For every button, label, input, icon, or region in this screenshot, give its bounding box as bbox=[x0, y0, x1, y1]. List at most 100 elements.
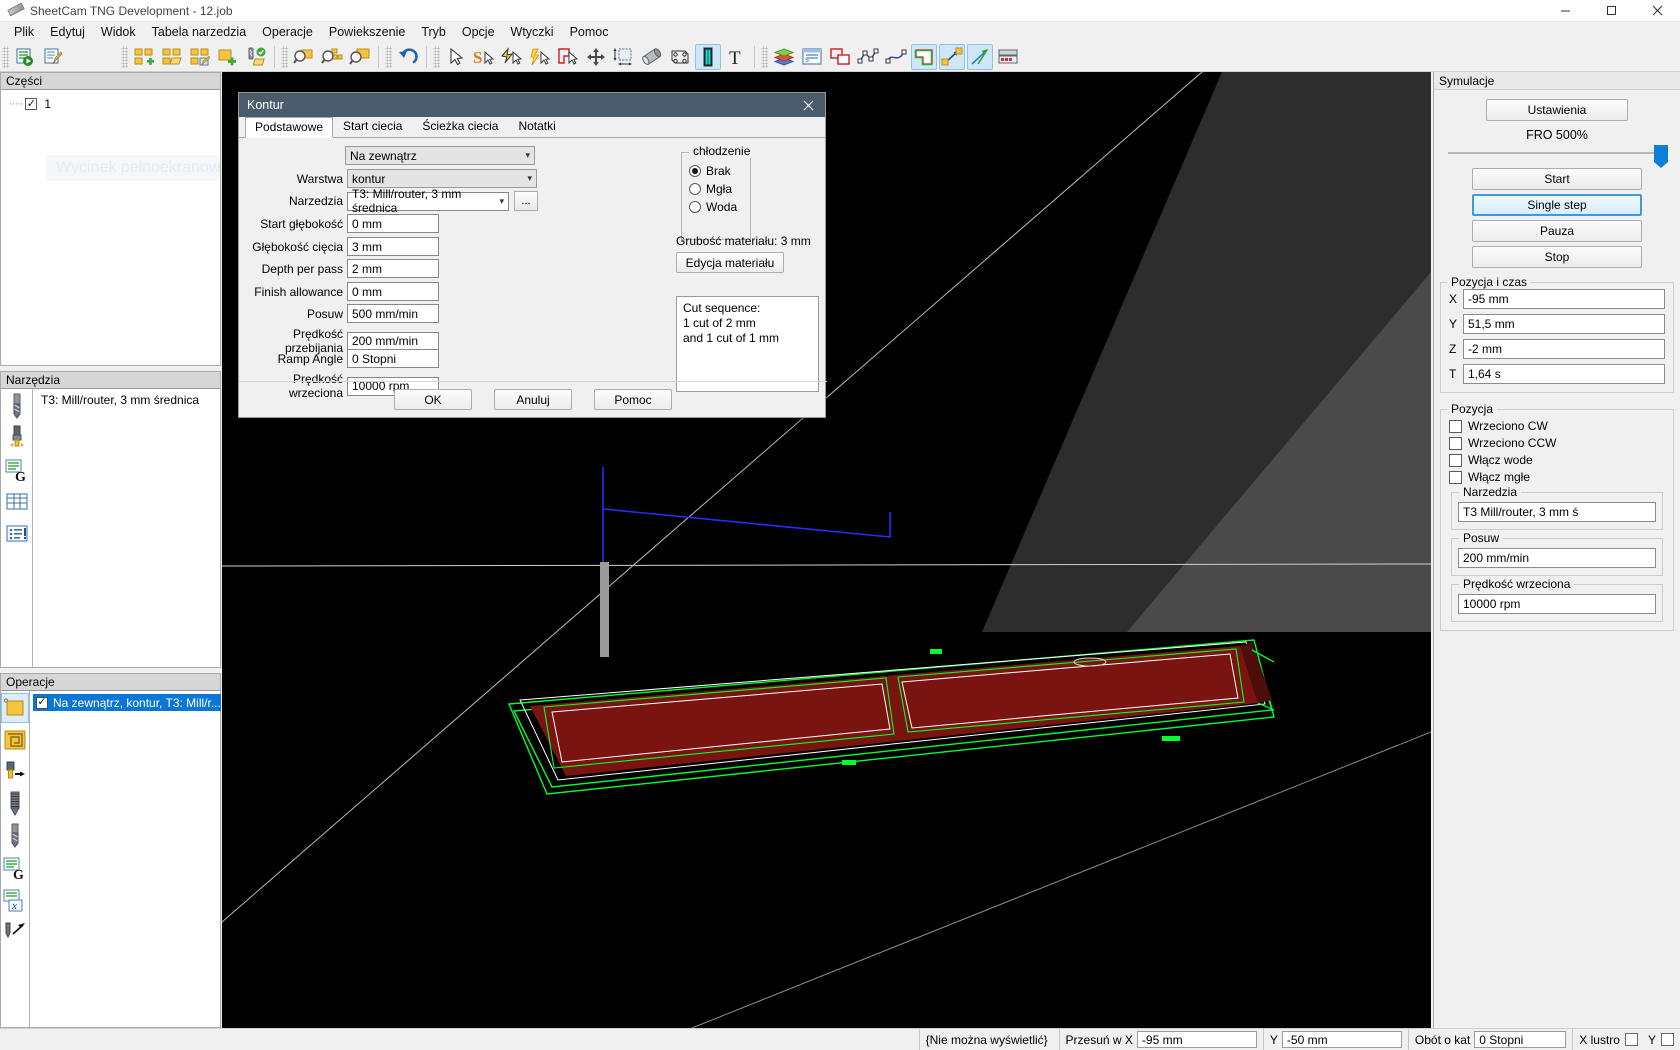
contour-icon[interactable] bbox=[911, 43, 937, 70]
side-combo[interactable]: Na zewnątrz ▾ bbox=[345, 146, 535, 165]
zoom-fit-icon[interactable] bbox=[347, 44, 373, 70]
parts-tree-row[interactable]: ····· 1 bbox=[1, 95, 220, 113]
outline-icon[interactable] bbox=[827, 44, 853, 70]
finish-allowance-field[interactable]: 0 mm bbox=[347, 282, 439, 301]
menu-tryb[interactable]: Tryb bbox=[413, 23, 454, 41]
operation-row[interactable]: Na zewnątrz, kontur, T3: Mill/r... bbox=[33, 694, 221, 711]
menu-powiekszenie[interactable]: Powiekszenie bbox=[321, 23, 413, 41]
table-icon[interactable] bbox=[3, 487, 31, 517]
toolbar-grip-3[interactable] bbox=[281, 45, 288, 68]
position-z-field[interactable]: -2 mm bbox=[1463, 339, 1665, 359]
polyline-icon[interactable] bbox=[855, 44, 881, 70]
job-edit-icon[interactable] bbox=[40, 44, 66, 70]
code-window-icon[interactable]: >_ bbox=[799, 44, 825, 70]
single-step-button[interactable]: Single step bbox=[1472, 194, 1642, 216]
fro-slider[interactable] bbox=[1448, 144, 1668, 168]
menu-tabela-narzedzia[interactable]: Tabela narzedzia bbox=[144, 23, 255, 41]
add-part-icon[interactable] bbox=[131, 44, 157, 70]
menu-opcje[interactable]: Opcje bbox=[454, 23, 503, 41]
coolant-brak-radio[interactable] bbox=[689, 165, 701, 177]
pause-button[interactable]: Pauza bbox=[1472, 220, 1642, 242]
cancel-button[interactable]: Anuluj bbox=[494, 389, 572, 410]
mirror-y-checkbox[interactable] bbox=[1661, 1033, 1674, 1046]
dialog-close-button[interactable] bbox=[791, 93, 825, 117]
menu-wtyczki[interactable]: Wtyczki bbox=[503, 23, 562, 41]
menu-operacje[interactable]: Operacje bbox=[254, 23, 321, 41]
toolbar-grip-5[interactable] bbox=[433, 45, 440, 68]
bore-icon[interactable] bbox=[1, 821, 29, 851]
jet-op-icon[interactable] bbox=[1, 917, 29, 947]
tab-sciezka-ciecia[interactable]: Ścieżka ciecia bbox=[412, 116, 508, 137]
mist-on-row[interactable]: Włącz mgłe bbox=[1449, 470, 1665, 484]
mist-on-checkbox[interactable] bbox=[1449, 470, 1462, 484]
cylinder-icon[interactable] bbox=[639, 44, 665, 70]
vector-icon[interactable] bbox=[967, 43, 993, 70]
expression-op-icon[interactable]: x bbox=[1, 885, 29, 915]
gcode-op-icon[interactable]: G bbox=[1, 853, 29, 883]
leadin-icon[interactable] bbox=[939, 43, 965, 70]
coolant-brak-row[interactable]: Brak bbox=[689, 164, 737, 178]
menu-widok[interactable]: Widok bbox=[93, 23, 144, 41]
start-depth-field[interactable]: 0 mm bbox=[347, 214, 439, 233]
part-checkbox[interactable] bbox=[25, 98, 38, 110]
ok-button[interactable]: OK bbox=[394, 389, 472, 410]
spindle-cw-checkbox[interactable] bbox=[1449, 419, 1462, 433]
coolant-mgla-row[interactable]: Mgła bbox=[689, 182, 737, 196]
toolbar-grip-2[interactable] bbox=[121, 45, 128, 68]
sim-tool-field[interactable]: T3 Mill/router, 3 mm ś bbox=[1458, 502, 1656, 522]
toolbar-grip-4[interactable] bbox=[385, 45, 392, 68]
edit-part-icon[interactable] bbox=[187, 44, 213, 70]
sim-feed-field[interactable]: 200 mm/min bbox=[1458, 548, 1656, 568]
sim-spindle-field[interactable]: 10000 rpm bbox=[1458, 594, 1656, 614]
spline-icon[interactable] bbox=[883, 44, 909, 70]
fro-slider-thumb[interactable] bbox=[1654, 145, 1668, 168]
layer-combo[interactable]: kontur ▾ bbox=[347, 169, 537, 188]
move-icon[interactable] bbox=[583, 44, 609, 70]
settings-button[interactable]: Ustawienia bbox=[1486, 99, 1628, 121]
operations-list[interactable]: Na zewnątrz, kontur, T3: Mill/r... bbox=[30, 691, 221, 1027]
drill-op-icon[interactable] bbox=[1, 757, 29, 787]
open-part-icon[interactable] bbox=[159, 44, 185, 70]
undo-icon[interactable] bbox=[395, 44, 421, 70]
pocket-icon[interactable] bbox=[1, 725, 29, 755]
lightning-select-icon[interactable] bbox=[527, 44, 553, 70]
tool-list-icon[interactable] bbox=[3, 519, 31, 549]
start-button[interactable]: Start bbox=[1472, 168, 1642, 190]
text-icon[interactable]: T bbox=[723, 44, 749, 70]
spindle-cw-row[interactable]: Wrzeciono CW bbox=[1449, 419, 1665, 433]
move-x-field[interactable]: -95 mm bbox=[1136, 1031, 1257, 1048]
spindle-ccw-row[interactable]: Wrzeciono CCW bbox=[1449, 436, 1665, 450]
position-t-field[interactable]: 1,64 s bbox=[1463, 364, 1665, 384]
drill-bit-icon[interactable] bbox=[3, 391, 31, 421]
arrow-select-icon[interactable] bbox=[443, 44, 469, 70]
spindle-ccw-checkbox[interactable] bbox=[1449, 436, 1462, 450]
machine-icon[interactable] bbox=[995, 44, 1021, 70]
rotate-field[interactable]: 0 Stopni bbox=[1474, 1031, 1567, 1048]
stop-button[interactable]: Stop bbox=[1472, 246, 1642, 268]
zoom-selection-icon[interactable] bbox=[319, 44, 345, 70]
gcode-table-icon[interactable]: G bbox=[3, 455, 31, 485]
operation-checkbox[interactable] bbox=[36, 696, 48, 709]
help-button[interactable]: Pomoc bbox=[594, 389, 672, 410]
measure-icon[interactable] bbox=[611, 44, 637, 70]
region-select-icon[interactable] bbox=[555, 44, 581, 70]
snap-select-icon[interactable]: S bbox=[471, 44, 497, 70]
water-on-row[interactable]: Włącz wode bbox=[1449, 453, 1665, 467]
add-rect-part-icon[interactable] bbox=[215, 44, 241, 70]
minimize-button[interactable] bbox=[1542, 0, 1588, 22]
toolbar-grip[interactable] bbox=[2, 45, 9, 68]
position-y-field[interactable]: 51,5 mm bbox=[1463, 314, 1665, 334]
cut-depth-field[interactable]: 3 mm bbox=[347, 237, 439, 256]
tool-browse-button[interactable]: ... bbox=[514, 191, 538, 211]
tab-notatki[interactable]: Notatki bbox=[508, 116, 565, 137]
layers-icon[interactable] bbox=[771, 44, 797, 70]
thread-icon[interactable] bbox=[1, 789, 29, 819]
ramp-field[interactable]: 0 Stopni bbox=[347, 349, 439, 368]
plasma-icon[interactable] bbox=[695, 43, 721, 70]
mirror-x-checkbox[interactable] bbox=[1624, 1033, 1638, 1046]
water-on-checkbox[interactable] bbox=[1449, 453, 1462, 467]
tool-probe-icon[interactable] bbox=[3, 423, 31, 453]
toolbar-grip-6[interactable] bbox=[761, 45, 768, 68]
coolant-woda-row[interactable]: Woda bbox=[689, 200, 737, 214]
tools-list[interactable]: T3: Mill/router, 3 mm średnica bbox=[33, 389, 220, 667]
